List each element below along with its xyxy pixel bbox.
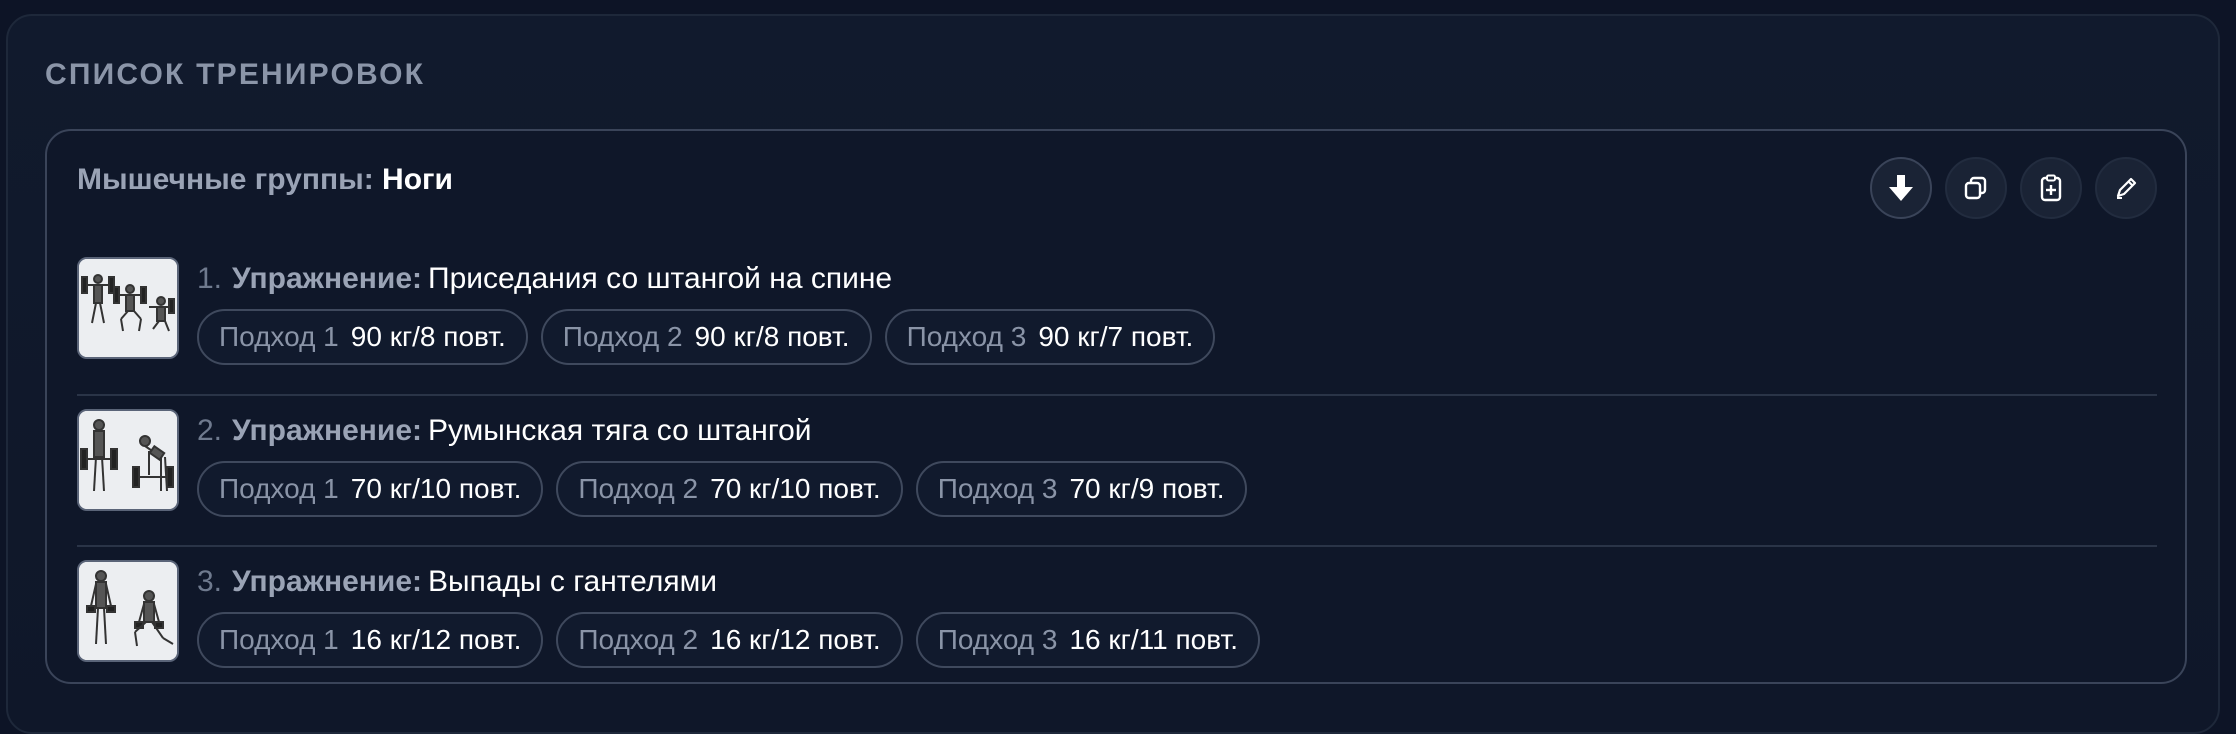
clipboard-add-icon (2039, 174, 2063, 202)
sets-list: Подход 1 70 кг/10 повт. Подход 2 70 кг/10 … (197, 461, 1247, 517)
exercise-label: Упражнение: (232, 565, 422, 598)
card-actions (1870, 157, 2157, 219)
exercise-name: Приседания со штангой на спине (428, 262, 893, 295)
set-value: 90 кг/8 повт. (694, 321, 850, 352)
exercise-item: 1. Упражнение: Приседания со штангой на сп… (77, 257, 2157, 365)
set-chip: Подход 3 16 кг/11 повт. (915, 612, 1260, 668)
set-chip: Подход 1 90 кг/8 повт. (197, 309, 528, 365)
set-chip: Подход 3 70 кг/9 повт. (915, 461, 1247, 517)
exercise-title: 1. Упражнение: Приседания со штангой на сп… (197, 259, 892, 299)
set-label: Подход 1 (219, 624, 339, 655)
workouts-panel: СПИСОК ТРЕНИРОВОК Мышечные группы: Ноги (6, 14, 2220, 734)
exercise-item: 3. Упражнение: Выпады с гантелями Подход 1… (77, 560, 2157, 668)
set-label: Подход 3 (937, 473, 1058, 504)
exercise-number: 3. (197, 565, 223, 598)
sets-list: Подход 1 16 кг/12 повт. Подход 2 16 кг/12 … (197, 612, 1260, 668)
set-label: Подход 2 (562, 321, 683, 352)
set-chip: Подход 2 70 кг/10 повт. (556, 461, 903, 517)
set-label: Подход 1 (219, 321, 339, 352)
exercise-thumbnail (77, 560, 179, 662)
exercise-thumbnail (77, 409, 179, 511)
muscle-groups-heading: Мышечные группы: Ноги (77, 163, 453, 197)
exercise-name: Румынская тяга со штангой (428, 414, 812, 447)
add-to-clipboard-button[interactable] (2020, 157, 2082, 219)
sets-list: Подход 1 90 кг/8 повт. Подход 2 90 кг/8 по… (197, 309, 1216, 365)
set-value: 16 кг/12 повт. (350, 624, 522, 655)
set-label: Подход 3 (906, 321, 1027, 352)
exercise-label: Упражнение: (232, 414, 422, 447)
set-chip: Подход 1 16 кг/12 повт. (197, 612, 544, 668)
exercise-title: 3. Упражнение: Выпады с гантелями (197, 562, 717, 602)
exercise-name: Выпады с гантелями (428, 565, 717, 598)
muscle-groups-value: Ноги (382, 163, 453, 196)
set-value: 70 кг/9 повт. (1069, 473, 1225, 504)
set-label: Подход 2 (578, 473, 699, 504)
section-title: СПИСОК ТРЕНИРОВОК (45, 58, 426, 91)
exercise-item: 2. Упражнение: Румынская тяга со штангой П… (77, 409, 2157, 517)
row-divider (77, 545, 2157, 547)
edit-button[interactable] (2095, 157, 2157, 219)
copy-icon (1963, 175, 1989, 201)
pencil-icon (2113, 175, 2139, 201)
exercise-label: Упражнение: (232, 262, 422, 295)
exercise-number: 2. (197, 414, 223, 447)
set-value: 90 кг/7 повт. (1038, 321, 1194, 352)
set-value: 16 кг/12 повт. (710, 624, 881, 655)
set-chip: Подход 3 90 кг/7 повт. (884, 309, 1216, 365)
exercise-number: 1. (197, 262, 223, 295)
workout-card: Мышечные группы: Ноги 1. Упражнение: При… (45, 129, 2187, 684)
copy-button[interactable] (1945, 157, 2007, 219)
muscle-groups-label: Мышечные группы: (77, 163, 374, 196)
set-chip: Подход 1 70 кг/10 повт. (197, 461, 544, 517)
exercise-title: 2. Упражнение: Румынская тяга со штангой (197, 411, 812, 451)
download-button[interactable] (1870, 157, 1932, 219)
set-label: Подход 2 (578, 624, 699, 655)
set-chip: Подход 2 90 кг/8 повт. (540, 309, 872, 365)
set-label: Подход 1 (219, 473, 339, 504)
exercise-thumbnail (77, 257, 179, 359)
set-chip: Подход 2 16 кг/12 повт. (556, 612, 903, 668)
set-label: Подход 3 (937, 624, 1058, 655)
set-value: 16 кг/11 повт. (1069, 624, 1238, 655)
download-icon (1887, 173, 1915, 203)
row-divider (77, 394, 2157, 396)
set-value: 90 кг/8 повт. (350, 321, 506, 352)
set-value: 70 кг/10 повт. (350, 473, 522, 504)
set-value: 70 кг/10 повт. (710, 473, 881, 504)
